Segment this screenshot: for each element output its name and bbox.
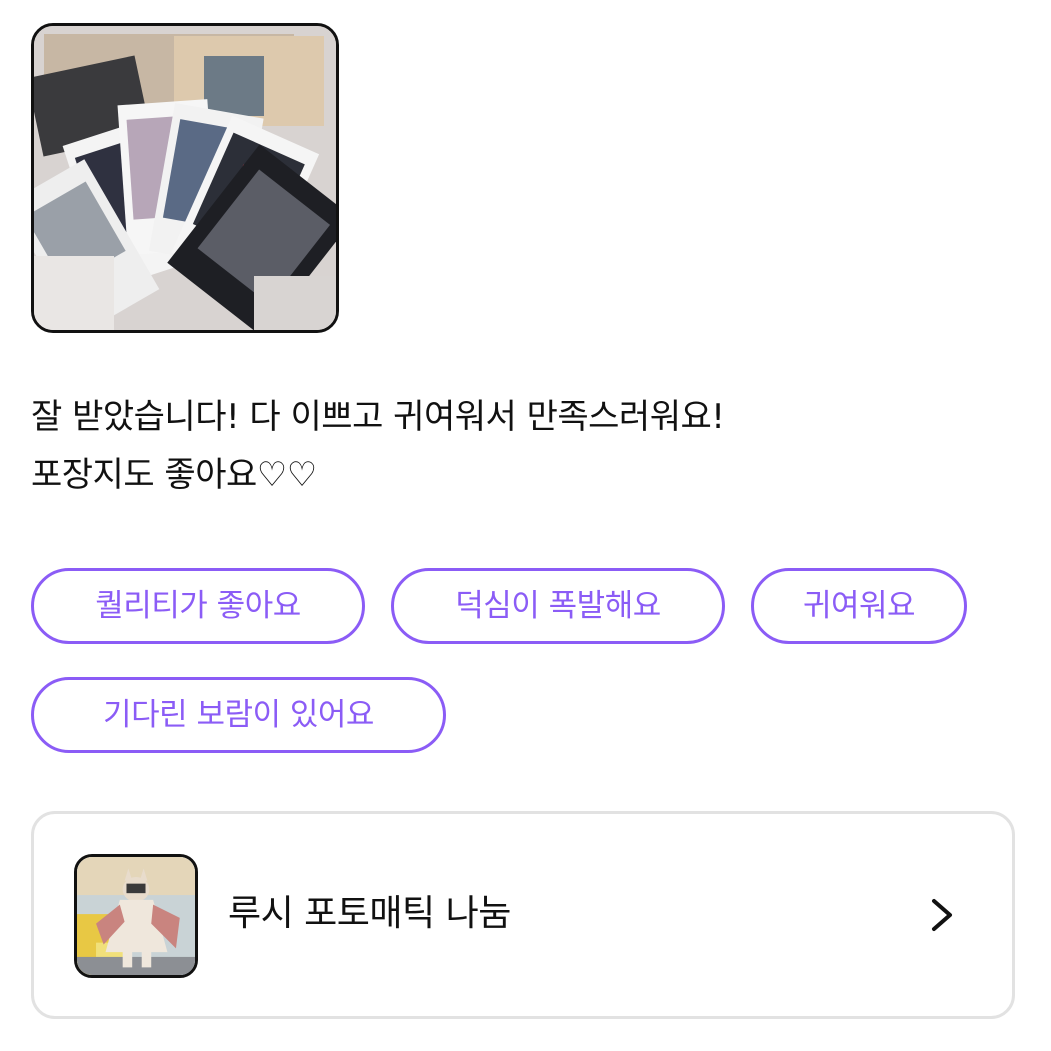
chevron-right-icon[interactable] (926, 898, 958, 932)
tag-fandom[interactable]: 덕심이 폭발해요 (391, 568, 725, 644)
product-thumbnail (74, 854, 198, 978)
review-photo[interactable] (31, 23, 339, 333)
product-title: 루시 포토매틱 나눔 (228, 893, 511, 934)
tag-quality[interactable]: 퀄리티가 좋아요 (31, 568, 365, 644)
tag-cute[interactable]: 귀여워요 (751, 568, 967, 644)
tag-worth-waiting[interactable]: 기다린 보람이 있어요 (31, 677, 446, 753)
review-photo-image (34, 26, 336, 330)
review-text: 잘 받았습니다! 다 이쁘고 귀여워서 만족스러워요! 포장지도 좋아요♡♡ (31, 397, 725, 495)
product-thumbnail-image (77, 857, 195, 975)
product-card[interactable]: 루시 포토매틱 나눔 (31, 811, 1015, 1019)
